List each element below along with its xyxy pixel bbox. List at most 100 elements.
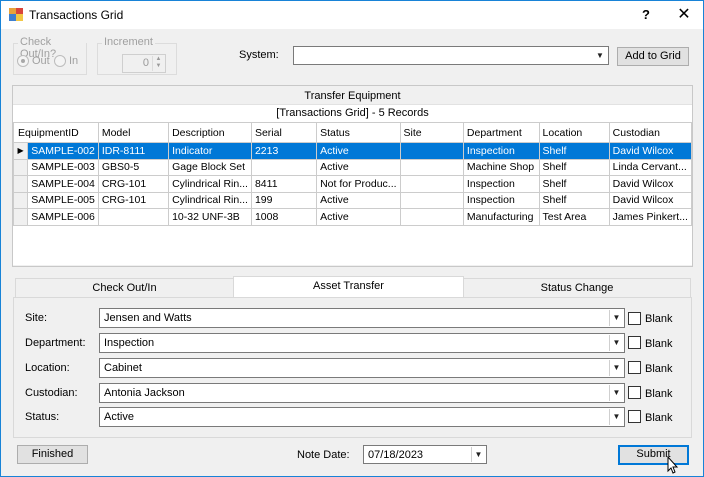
column-header-custodian[interactable]: Custodian xyxy=(608,122,693,143)
table-row[interactable]: SAMPLE-004 CRG-101 Cylindrical Rin... 84… xyxy=(12,175,693,193)
grid-cell[interactable] xyxy=(97,208,170,226)
location-select[interactable]: Cabinet ▼ xyxy=(99,358,625,378)
grid-cell[interactable]: Inspection xyxy=(462,175,540,193)
chevron-down-icon[interactable]: ▼ xyxy=(593,48,607,63)
grid-cell[interactable]: Shelf xyxy=(538,158,610,176)
column-header-site[interactable]: Site xyxy=(399,122,464,143)
status-blank-checkbox[interactable] xyxy=(628,410,641,423)
grid-cell[interactable]: Inspection xyxy=(462,142,540,160)
tab-check-out-in[interactable]: Check Out/In xyxy=(15,278,234,297)
table-row[interactable]: SAMPLE-005 CRG-101 Cylindrical Rin... 19… xyxy=(12,191,693,209)
grid-cell[interactable]: IDR-8111 xyxy=(97,142,170,160)
grid-cell[interactable]: SAMPLE-002 xyxy=(27,142,99,160)
column-header-status[interactable]: Status xyxy=(316,122,401,143)
grid-cell[interactable]: Not for Produc... xyxy=(316,175,401,193)
grid-cell[interactable] xyxy=(399,158,464,176)
grid-cell[interactable]: Active xyxy=(316,208,401,226)
grid-cell[interactable]: SAMPLE-005 xyxy=(27,191,99,209)
grid-cell[interactable]: 8411 xyxy=(250,175,318,193)
chevron-down-icon[interactable]: ▼ xyxy=(609,360,623,376)
grid-cell[interactable]: SAMPLE-004 xyxy=(27,175,99,193)
grid-cell[interactable]: SAMPLE-003 xyxy=(27,158,99,176)
grid-cell[interactable]: Cylindrical Rin... xyxy=(168,191,252,209)
column-header-location[interactable]: Location xyxy=(538,122,610,143)
close-button[interactable]: ✕ xyxy=(667,1,701,29)
grid-cell[interactable]: Gage Block Set xyxy=(168,158,252,176)
note-date-label: Note Date: xyxy=(297,449,350,461)
grid-cell[interactable]: Inspection xyxy=(462,191,540,209)
grid-cell[interactable]: GBS0-5 xyxy=(97,158,170,176)
column-header-description[interactable]: Description xyxy=(168,122,252,143)
add-to-grid-button[interactable]: Add to Grid xyxy=(617,47,689,66)
grid-cell[interactable] xyxy=(399,142,464,160)
grid-cell[interactable]: James Pinkert... xyxy=(608,208,693,226)
in-radio[interactable]: In xyxy=(54,55,78,67)
row-header[interactable] xyxy=(12,175,29,193)
note-date-picker[interactable]: 07/18/2023 ▼ xyxy=(363,445,487,464)
grid-cell[interactable]: SAMPLE-006 xyxy=(27,208,99,226)
row-header[interactable] xyxy=(12,191,29,209)
grid-cell[interactable]: Active xyxy=(316,158,401,176)
chevron-down-icon[interactable]: ▼ xyxy=(609,385,623,401)
chevron-down-icon[interactable]: ▼ xyxy=(609,310,623,326)
table-row[interactable]: SAMPLE-006 10-32 UNF-3B 1008 Active Manu… xyxy=(12,208,693,226)
out-radio-label: Out xyxy=(32,55,50,67)
department-select[interactable]: Inspection ▼ xyxy=(99,333,625,353)
grid-cell[interactable]: Test Area xyxy=(538,208,610,226)
site-blank-checkbox[interactable] xyxy=(628,312,641,325)
grid-cell[interactable]: Machine Shop xyxy=(462,158,540,176)
grid-cell[interactable]: CRG-101 xyxy=(97,191,170,209)
grid-cell[interactable]: 10-32 UNF-3B xyxy=(168,208,252,226)
calendar-dropdown-icon[interactable]: ▼ xyxy=(471,447,485,462)
location-blank-checkbox[interactable] xyxy=(628,361,641,374)
grid-cell[interactable]: 199 xyxy=(250,191,318,209)
location-blank-label: Blank xyxy=(645,363,673,375)
finished-button[interactable]: Finished xyxy=(17,445,88,464)
grid-cell[interactable]: Cylindrical Rin... xyxy=(168,175,252,193)
column-header-department[interactable]: Department xyxy=(462,122,540,143)
department-blank-checkbox[interactable] xyxy=(628,336,641,349)
help-button[interactable]: ? xyxy=(629,1,663,29)
status-select[interactable]: Active ▼ xyxy=(99,407,625,427)
tab-asset-transfer[interactable]: Asset Transfer xyxy=(233,276,464,297)
grid-cell[interactable]: Manufacturing xyxy=(462,208,540,226)
department-value: Inspection xyxy=(104,337,155,349)
out-radio[interactable]: Out xyxy=(17,55,50,67)
grid-cell[interactable]: 1008 xyxy=(250,208,318,226)
grid-cell[interactable]: CRG-101 xyxy=(97,175,170,193)
increment-group-label: Increment xyxy=(102,36,155,48)
chevron-down-icon[interactable]: ▼ xyxy=(609,335,623,351)
grid-cell[interactable]: David Wilcox xyxy=(608,142,693,160)
transactions-grid[interactable]: [Transactions Grid] - 5 Records Equipmen… xyxy=(12,104,693,265)
row-header-current-icon[interactable]: ▶ xyxy=(12,142,29,160)
column-header-serial[interactable]: Serial xyxy=(250,122,318,143)
chevron-down-icon[interactable]: ▼ xyxy=(609,409,623,425)
grid-cell[interactable] xyxy=(399,191,464,209)
grid-cell[interactable]: Shelf xyxy=(538,142,610,160)
increment-stepper[interactable]: 0 ▲ ▼ xyxy=(122,54,166,73)
grid-cell[interactable] xyxy=(399,175,464,193)
table-row[interactable]: SAMPLE-003 GBS0-5 Gage Block Set Active … xyxy=(12,158,693,176)
grid-cell[interactable]: Linda Cervant... xyxy=(608,158,693,176)
site-select[interactable]: Jensen and Watts ▼ xyxy=(99,308,625,328)
grid-cell[interactable]: Active xyxy=(316,191,401,209)
increment-spin-buttons[interactable]: ▲ ▼ xyxy=(152,56,164,71)
grid-cell[interactable]: David Wilcox xyxy=(608,191,693,209)
grid-cell[interactable] xyxy=(399,208,464,226)
table-row[interactable]: ▶ SAMPLE-002 IDR-8111 Indicator 2213 Act… xyxy=(12,142,693,160)
grid-cell[interactable] xyxy=(250,158,318,176)
custodian-blank-checkbox[interactable] xyxy=(628,386,641,399)
column-header-model[interactable]: Model xyxy=(97,122,170,143)
custodian-select[interactable]: Antonia Jackson ▼ xyxy=(99,383,625,403)
grid-cell[interactable]: Active xyxy=(316,142,401,160)
tab-status-change[interactable]: Status Change xyxy=(463,278,691,297)
row-header[interactable] xyxy=(12,208,29,226)
grid-cell[interactable]: Shelf xyxy=(538,191,610,209)
column-header-equipmentid[interactable]: EquipmentID xyxy=(13,122,99,143)
grid-cell[interactable]: David Wilcox xyxy=(608,175,693,193)
row-header[interactable] xyxy=(12,158,29,176)
grid-cell[interactable]: 2213 xyxy=(250,142,318,160)
grid-cell[interactable]: Shelf xyxy=(538,175,610,193)
grid-cell[interactable]: Indicator xyxy=(168,142,252,160)
system-select[interactable]: ▼ xyxy=(293,46,609,65)
